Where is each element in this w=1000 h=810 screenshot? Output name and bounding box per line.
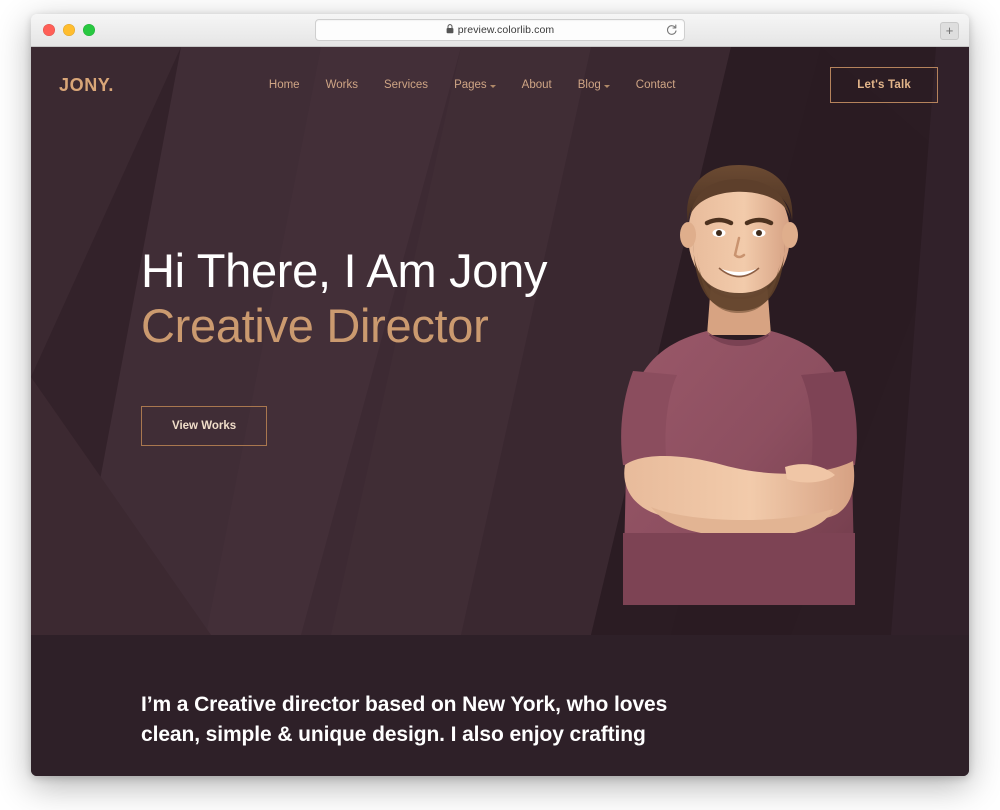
nav-item-blog[interactable]: Blog [565,73,623,97]
intro-section: I’m a Creative director based on New Yor… [31,635,969,776]
hero-portrait-image [589,135,889,635]
minimize-window-button[interactable] [63,24,75,36]
nav-item-blog-label: Blog [577,79,601,91]
address-bar-url: preview.colorlib.com [457,24,555,36]
nav-item-contact-label: Contact [635,79,676,91]
address-bar-content: preview.colorlib.com [446,21,555,39]
nav-item-about[interactable]: About [509,73,565,97]
maximize-window-button[interactable] [83,24,95,36]
reload-icon[interactable] [665,24,678,37]
site-logo[interactable]: JONY. [59,75,114,96]
nav-item-services-label: Services [383,79,429,91]
lets-talk-button[interactable]: Let's Talk [830,67,938,103]
nav-item-services[interactable]: Services [371,73,441,97]
lock-icon [446,21,454,39]
hero-text-block: Hi There, I Am Jony Creative Director Vi… [141,243,547,446]
close-window-button[interactable] [43,24,55,36]
chevron-down-icon [489,84,496,88]
hero-section: JONY. Home Works Services Pages About Bl… [31,47,969,635]
hero-headline: Hi There, I Am Jony [141,244,548,297]
nav-item-works[interactable]: Works [313,73,371,97]
nav-item-works-label: Works [325,79,358,91]
window-traffic-lights [43,24,95,36]
new-tab-button[interactable]: + [940,22,959,40]
page-viewport: JONY. Home Works Services Pages About Bl… [31,47,969,776]
chevron-down-icon [603,84,610,88]
nav-item-pages[interactable]: Pages [441,73,509,97]
intro-paragraph: I’m a Creative director based on New Yor… [141,693,668,747]
browser-window: preview.colorlib.com + JONY. Home Works … [31,14,969,776]
browser-titlebar: preview.colorlib.com + [31,14,969,47]
hero-subheadline: Creative Director [141,299,489,353]
nav-links: Home Works Services Pages About Blog Con… [114,73,830,97]
address-bar[interactable]: preview.colorlib.com [315,19,685,41]
nav-item-about-label: About [521,79,552,91]
view-works-button[interactable]: View Works [141,405,268,446]
nav-item-home-label: Home [268,79,300,91]
nav-item-home[interactable]: Home [256,73,313,97]
site-navbar: JONY. Home Works Services Pages About Bl… [31,47,969,123]
nav-item-pages-label: Pages [454,79,487,91]
nav-item-contact[interactable]: Contact [623,73,689,97]
